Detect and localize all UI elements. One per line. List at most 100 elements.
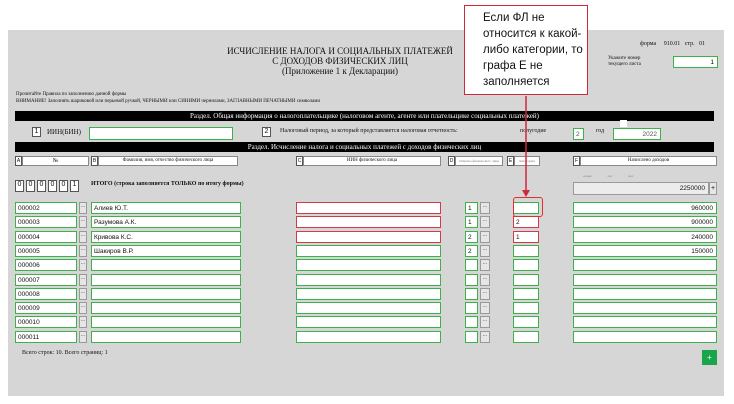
category-field[interactable] (513, 330, 539, 343)
category-field[interactable] (513, 244, 539, 257)
income-field[interactable] (573, 330, 717, 343)
iin-row-field[interactable] (296, 273, 441, 286)
mark-field[interactable]: 2 (465, 230, 478, 243)
iin-row-field[interactable] (296, 230, 441, 243)
row-number-field-value: 000011 (18, 333, 40, 341)
name-field[interactable]: Шакиров В.Р. (91, 244, 241, 257)
mark-field[interactable]: 1 (465, 202, 478, 214)
row-number-field[interactable]: 000005 (15, 244, 77, 257)
iin-row-field[interactable] (296, 202, 441, 214)
row-number-field[interactable]: 000002 (15, 202, 77, 214)
income-field[interactable]: 240000 (573, 230, 717, 243)
row-menu-button[interactable]: ... (79, 273, 87, 286)
total-label: ИТОГО (строка заполняется ТОЛЬКО по итог… (91, 181, 244, 187)
category-field[interactable] (513, 316, 539, 329)
name-field[interactable] (91, 287, 241, 300)
category-field[interactable]: 1 (513, 230, 539, 243)
iin-label: ИИН(БИН) (47, 128, 81, 136)
income-field[interactable]: 150000 (573, 244, 717, 257)
iin-row-field[interactable] (296, 216, 441, 229)
name-field[interactable] (91, 330, 241, 343)
name-field[interactable]: Разумова А.К. (91, 216, 241, 229)
category-field[interactable] (513, 302, 539, 315)
mark-select-button[interactable]: ... (480, 287, 490, 300)
mark-field[interactable]: 2 (465, 244, 478, 257)
iin-row-field[interactable] (296, 330, 441, 343)
income-field[interactable] (573, 273, 717, 286)
row-number-field[interactable]: 000009 (15, 302, 77, 315)
row-number-field-value: 000010 (18, 319, 40, 327)
iin-row-field[interactable] (296, 244, 441, 257)
name-field[interactable] (91, 273, 241, 286)
row-menu-button[interactable]: ... (79, 330, 87, 343)
income-field[interactable]: 960000 (573, 202, 717, 214)
row-menu-button[interactable]: ... (79, 316, 87, 329)
row-number-field[interactable]: 000004 (15, 230, 77, 243)
row-number-field[interactable]: 000006 (15, 259, 77, 272)
current-sheet-field[interactable]: 1 (673, 56, 718, 68)
category-field[interactable]: 2 (513, 216, 539, 229)
row-number-field[interactable]: 000003 (15, 216, 77, 229)
income-field[interactable] (573, 316, 717, 329)
mark-select-button[interactable]: ... (480, 202, 490, 214)
row-menu-button[interactable]: ... (79, 287, 87, 300)
mark-select-button[interactable]: ... (480, 216, 490, 229)
cursor-marker (620, 120, 627, 127)
total-digit: 1 (70, 180, 79, 192)
mark-select-button[interactable]: ... (480, 330, 490, 343)
iin-row-field[interactable] (296, 259, 441, 272)
name-field[interactable] (91, 316, 241, 329)
row-number-field[interactable]: 000011 (15, 330, 77, 343)
mark-field[interactable] (465, 302, 478, 315)
row-number-field[interactable]: 000008 (15, 287, 77, 300)
add-row-button[interactable]: + (702, 350, 717, 365)
row-menu-button[interactable]: ... (79, 259, 87, 272)
form-label: форма (640, 41, 657, 47)
row-menu-button[interactable]: ... (79, 216, 87, 229)
category-field-value: 2 (516, 219, 520, 227)
mark-field[interactable] (465, 316, 478, 329)
mark-field[interactable] (465, 287, 478, 300)
iin-row-field[interactable] (296, 302, 441, 315)
category-field[interactable] (513, 273, 539, 286)
iin-field[interactable] (89, 127, 233, 140)
mark-field[interactable] (465, 273, 478, 286)
row-menu-button[interactable]: ... (79, 230, 87, 243)
mark-select-button[interactable]: ... (480, 244, 490, 257)
row-menu-button[interactable]: ... (79, 202, 87, 214)
row-number-field-value: 000005 (18, 247, 40, 255)
year-value: 2022 (642, 131, 657, 138)
halfyear-field[interactable]: 2 (573, 128, 584, 140)
income-field[interactable] (573, 259, 717, 272)
col-d-letter: D (448, 156, 455, 166)
col-e-letter: E (507, 156, 514, 166)
income-field[interactable]: 900000 (573, 216, 717, 229)
name-field[interactable]: Кривова К.С. (91, 230, 241, 243)
mark-field[interactable] (465, 259, 478, 272)
income-field[interactable] (573, 287, 717, 300)
iin-row-field[interactable] (296, 287, 441, 300)
form-no: 910.01 (663, 41, 681, 47)
mark-field[interactable]: 1 (465, 216, 478, 229)
category-field[interactable] (513, 287, 539, 300)
mark-field[interactable] (465, 330, 478, 343)
income-field[interactable] (573, 302, 717, 315)
year-field[interactable]: 2022 (613, 128, 661, 140)
iin-row-field[interactable] (296, 316, 441, 329)
mark-select-button[interactable]: ... (480, 302, 490, 315)
mark-select-button[interactable]: ... (480, 259, 490, 272)
name-field[interactable] (91, 259, 241, 272)
row-number-field[interactable]: 000010 (15, 316, 77, 329)
mark-select-button[interactable]: ... (480, 273, 490, 286)
row-menu-button[interactable]: ... (79, 302, 87, 315)
category-field[interactable] (513, 259, 539, 272)
total-expand-button[interactable]: + (709, 182, 717, 195)
name-field[interactable] (91, 302, 241, 315)
name-field[interactable]: Алиев Ю.Т. (91, 202, 241, 214)
category-field-value: 1 (516, 233, 520, 241)
row-menu-button[interactable]: ... (79, 244, 87, 257)
mark-select-button[interactable]: ... (480, 316, 490, 329)
mark-select-button[interactable]: ... (480, 230, 490, 243)
mark-field-value: 1 (468, 219, 472, 227)
row-number-field[interactable]: 000007 (15, 273, 77, 286)
